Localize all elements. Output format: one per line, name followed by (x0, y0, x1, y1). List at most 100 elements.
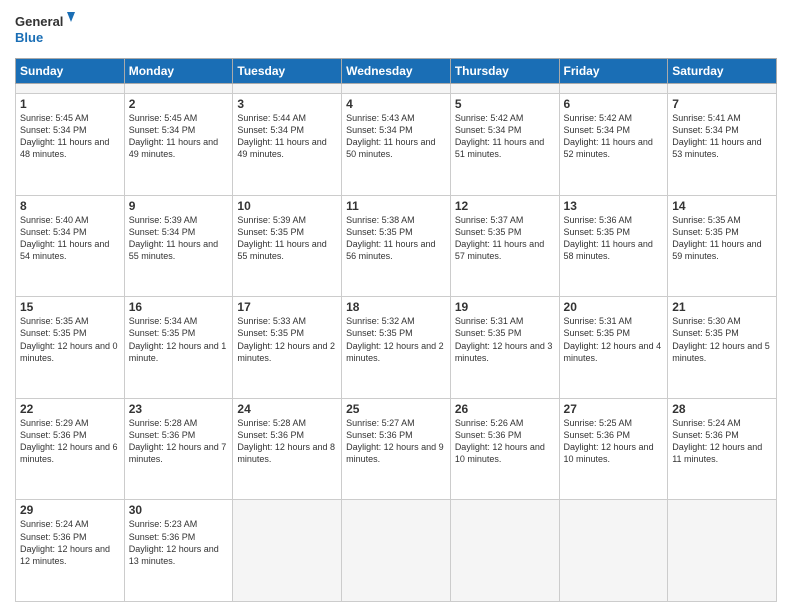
sunset-label: Sunset: 5:35 PM (672, 227, 739, 237)
day-info: Sunrise: 5:38 AM Sunset: 5:35 PM Dayligh… (346, 214, 446, 263)
day-number: 11 (346, 199, 446, 213)
day-number: 27 (564, 402, 664, 416)
calendar-day-cell: 4 Sunrise: 5:43 AM Sunset: 5:34 PM Dayli… (342, 94, 451, 196)
daylight-label: Daylight: 12 hours and 3 minutes. (455, 341, 553, 363)
calendar-day-cell: 29 Sunrise: 5:24 AM Sunset: 5:36 PM Dayl… (16, 500, 125, 602)
header: General Blue (15, 10, 777, 52)
weekday-header-cell: Saturday (668, 59, 777, 84)
calendar-day-cell (342, 84, 451, 94)
sunrise-label: Sunrise: 5:37 AM (455, 215, 524, 225)
weekday-header-cell: Thursday (450, 59, 559, 84)
day-info: Sunrise: 5:28 AM Sunset: 5:36 PM Dayligh… (237, 417, 337, 466)
day-number: 24 (237, 402, 337, 416)
daylight-label: Daylight: 12 hours and 12 minutes. (20, 544, 110, 566)
sunset-label: Sunset: 5:35 PM (237, 227, 304, 237)
daylight-label: Daylight: 11 hours and 53 minutes. (672, 137, 761, 159)
calendar-day-cell (668, 500, 777, 602)
sunrise-label: Sunrise: 5:34 AM (129, 316, 198, 326)
day-number: 10 (237, 199, 337, 213)
day-info: Sunrise: 5:40 AM Sunset: 5:34 PM Dayligh… (20, 214, 120, 263)
calendar-day-cell: 27 Sunrise: 5:25 AM Sunset: 5:36 PM Dayl… (559, 398, 668, 500)
sunrise-label: Sunrise: 5:25 AM (564, 418, 633, 428)
day-number: 13 (564, 199, 664, 213)
sunset-label: Sunset: 5:36 PM (455, 430, 522, 440)
sunset-label: Sunset: 5:36 PM (129, 430, 196, 440)
day-number: 3 (237, 97, 337, 111)
daylight-label: Daylight: 11 hours and 59 minutes. (672, 239, 761, 261)
day-number: 12 (455, 199, 555, 213)
calendar-day-cell: 13 Sunrise: 5:36 AM Sunset: 5:35 PM Dayl… (559, 195, 668, 297)
day-number: 15 (20, 300, 120, 314)
day-info: Sunrise: 5:31 AM Sunset: 5:35 PM Dayligh… (564, 315, 664, 364)
day-number: 30 (129, 503, 229, 517)
day-number: 28 (672, 402, 772, 416)
daylight-label: Daylight: 12 hours and 5 minutes. (672, 341, 770, 363)
daylight-label: Daylight: 12 hours and 1 minute. (129, 341, 227, 363)
sunrise-label: Sunrise: 5:39 AM (129, 215, 198, 225)
weekday-header-cell: Sunday (16, 59, 125, 84)
calendar-day-cell: 11 Sunrise: 5:38 AM Sunset: 5:35 PM Dayl… (342, 195, 451, 297)
sunset-label: Sunset: 5:34 PM (20, 227, 87, 237)
daylight-label: Daylight: 12 hours and 6 minutes. (20, 442, 118, 464)
daylight-label: Daylight: 11 hours and 58 minutes. (564, 239, 653, 261)
daylight-label: Daylight: 12 hours and 11 minutes. (672, 442, 762, 464)
day-number: 19 (455, 300, 555, 314)
weekday-header-cell: Friday (559, 59, 668, 84)
calendar-day-cell: 30 Sunrise: 5:23 AM Sunset: 5:36 PM Dayl… (124, 500, 233, 602)
day-info: Sunrise: 5:23 AM Sunset: 5:36 PM Dayligh… (129, 518, 229, 567)
day-info: Sunrise: 5:28 AM Sunset: 5:36 PM Dayligh… (129, 417, 229, 466)
daylight-label: Daylight: 12 hours and 10 minutes. (455, 442, 545, 464)
calendar-week-row: 22 Sunrise: 5:29 AM Sunset: 5:36 PM Dayl… (16, 398, 777, 500)
sunset-label: Sunset: 5:36 PM (346, 430, 413, 440)
weekday-header-cell: Monday (124, 59, 233, 84)
day-info: Sunrise: 5:42 AM Sunset: 5:34 PM Dayligh… (455, 112, 555, 161)
sunrise-label: Sunrise: 5:29 AM (20, 418, 89, 428)
day-number: 22 (20, 402, 120, 416)
calendar-week-row: 29 Sunrise: 5:24 AM Sunset: 5:36 PM Dayl… (16, 500, 777, 602)
svg-text:General: General (15, 14, 63, 29)
calendar-day-cell: 14 Sunrise: 5:35 AM Sunset: 5:35 PM Dayl… (668, 195, 777, 297)
calendar-day-cell: 20 Sunrise: 5:31 AM Sunset: 5:35 PM Dayl… (559, 297, 668, 399)
calendar-day-cell: 1 Sunrise: 5:45 AM Sunset: 5:34 PM Dayli… (16, 94, 125, 196)
day-info: Sunrise: 5:26 AM Sunset: 5:36 PM Dayligh… (455, 417, 555, 466)
day-info: Sunrise: 5:39 AM Sunset: 5:34 PM Dayligh… (129, 214, 229, 263)
sunset-label: Sunset: 5:35 PM (237, 328, 304, 338)
day-info: Sunrise: 5:39 AM Sunset: 5:35 PM Dayligh… (237, 214, 337, 263)
day-number: 9 (129, 199, 229, 213)
sunset-label: Sunset: 5:36 PM (20, 532, 87, 542)
calendar-day-cell: 22 Sunrise: 5:29 AM Sunset: 5:36 PM Dayl… (16, 398, 125, 500)
calendar-day-cell: 7 Sunrise: 5:41 AM Sunset: 5:34 PM Dayli… (668, 94, 777, 196)
sunrise-label: Sunrise: 5:38 AM (346, 215, 415, 225)
sunset-label: Sunset: 5:35 PM (129, 328, 196, 338)
weekday-header-cell: Tuesday (233, 59, 342, 84)
calendar-day-cell: 10 Sunrise: 5:39 AM Sunset: 5:35 PM Dayl… (233, 195, 342, 297)
sunrise-label: Sunrise: 5:24 AM (672, 418, 741, 428)
sunrise-label: Sunrise: 5:33 AM (237, 316, 306, 326)
day-info: Sunrise: 5:43 AM Sunset: 5:34 PM Dayligh… (346, 112, 446, 161)
daylight-label: Daylight: 11 hours and 48 minutes. (20, 137, 109, 159)
calendar-day-cell (233, 500, 342, 602)
day-info: Sunrise: 5:33 AM Sunset: 5:35 PM Dayligh… (237, 315, 337, 364)
day-info: Sunrise: 5:27 AM Sunset: 5:36 PM Dayligh… (346, 417, 446, 466)
calendar-day-cell: 6 Sunrise: 5:42 AM Sunset: 5:34 PM Dayli… (559, 94, 668, 196)
day-number: 20 (564, 300, 664, 314)
daylight-label: Daylight: 11 hours and 49 minutes. (237, 137, 326, 159)
calendar-day-cell: 8 Sunrise: 5:40 AM Sunset: 5:34 PM Dayli… (16, 195, 125, 297)
sunset-label: Sunset: 5:34 PM (20, 125, 87, 135)
sunrise-label: Sunrise: 5:42 AM (564, 113, 633, 123)
svg-text:Blue: Blue (15, 30, 43, 45)
calendar-day-cell: 3 Sunrise: 5:44 AM Sunset: 5:34 PM Dayli… (233, 94, 342, 196)
calendar-day-cell (559, 84, 668, 94)
calendar-day-cell: 2 Sunrise: 5:45 AM Sunset: 5:34 PM Dayli… (124, 94, 233, 196)
sunrise-label: Sunrise: 5:31 AM (455, 316, 524, 326)
day-number: 16 (129, 300, 229, 314)
daylight-label: Daylight: 11 hours and 57 minutes. (455, 239, 544, 261)
calendar-week-row (16, 84, 777, 94)
day-number: 6 (564, 97, 664, 111)
calendar-day-cell: 26 Sunrise: 5:26 AM Sunset: 5:36 PM Dayl… (450, 398, 559, 500)
sunrise-label: Sunrise: 5:28 AM (129, 418, 198, 428)
sunrise-label: Sunrise: 5:45 AM (129, 113, 198, 123)
day-info: Sunrise: 5:45 AM Sunset: 5:34 PM Dayligh… (20, 112, 120, 161)
day-number: 17 (237, 300, 337, 314)
day-number: 2 (129, 97, 229, 111)
